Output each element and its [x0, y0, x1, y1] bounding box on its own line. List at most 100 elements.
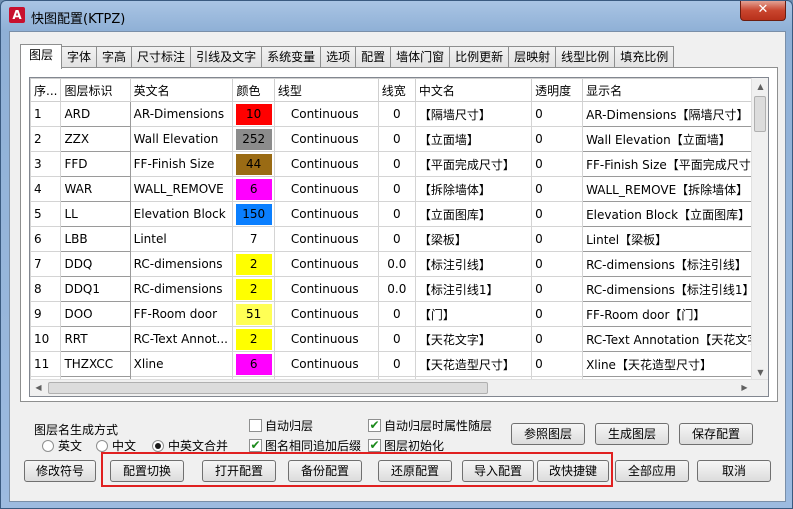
row-number[interactable]: 7: [30, 251, 62, 277]
color-swatch[interactable]: 6: [235, 178, 272, 200]
auto-layer-checkbox-box[interactable]: [249, 419, 262, 432]
layer-id-cell[interactable]: LBB: [60, 226, 131, 252]
header-no[interactable]: 序...: [30, 78, 62, 102]
table-row[interactable]: 7 DDQ RC-dimensions 2 Continuous 0.0 【标注引线】 0 RC…: [30, 251, 768, 277]
english-name-cell[interactable]: FF-Finish Size: [129, 151, 234, 177]
layer-id-cell[interactable]: FFD: [60, 151, 131, 177]
row-number[interactable]: 2: [30, 126, 62, 152]
header-display-name[interactable]: 显示名: [582, 78, 768, 102]
radio-english-dot[interactable]: [42, 439, 54, 452]
chinese-name-cell[interactable]: 【标注引线】: [414, 251, 533, 277]
chinese-name-cell[interactable]: 【梁板】: [414, 226, 533, 252]
transparency-cell[interactable]: 0: [531, 351, 584, 377]
linetype-cell[interactable]: Continuous: [273, 251, 379, 277]
header-chinese-name[interactable]: 中文名: [414, 78, 533, 102]
linetype-cell[interactable]: Continuous: [273, 226, 379, 252]
table-row[interactable]: 8 DDQ1 RC-dimensions 2 Continuous 0.0 【标注引线1】 0…: [30, 276, 768, 302]
layer-id-cell[interactable]: DDQ: [60, 251, 131, 277]
transparency-cell[interactable]: 0: [531, 326, 584, 352]
linetype-cell[interactable]: Continuous: [273, 301, 379, 327]
lineweight-cell[interactable]: 0: [377, 126, 416, 152]
horizontal-scroll-thumb[interactable]: [48, 382, 488, 394]
scroll-left-arrow-icon[interactable]: ◀: [30, 380, 47, 396]
table-row[interactable]: 5 LL Elevation Block 150 Continuous 0 【立面图库】 0 E…: [30, 201, 768, 227]
linetype-cell[interactable]: Continuous: [273, 326, 379, 352]
table-row[interactable]: 4 WAR WALL_REMOVE 6 Continuous 0 【拆除墙体】 0 WALL_R…: [30, 176, 768, 202]
tab-layer-map[interactable]: 层映射: [508, 46, 557, 68]
color-cell[interactable]: 6: [232, 176, 275, 202]
display-name-cell[interactable]: FF-Finish Size【平面完成尺寸】: [582, 151, 768, 177]
display-name-cell[interactable]: WALL_REMOVE【拆除墙体】: [582, 176, 768, 202]
tab-config[interactable]: 配置: [355, 46, 392, 68]
lineweight-cell[interactable]: 0: [377, 301, 416, 327]
layer-id-cell[interactable]: ARD: [60, 101, 131, 127]
color-swatch[interactable]: 150: [235, 203, 272, 225]
english-name-cell[interactable]: Elevation Block: [129, 201, 234, 227]
scroll-up-arrow-icon[interactable]: ▲: [752, 78, 768, 95]
color-swatch[interactable]: 51: [235, 303, 272, 325]
layer-id-cell[interactable]: ZZX: [60, 126, 131, 152]
display-name-cell[interactable]: RC-dimensions【标注引线1】: [582, 276, 768, 302]
display-name-cell[interactable]: Elevation Block【立面图库】: [582, 201, 768, 227]
color-cell[interactable]: 2: [232, 326, 275, 352]
layer-id-cell[interactable]: WAR: [60, 176, 131, 202]
horizontal-scrollbar[interactable]: ◀ ▶: [30, 379, 768, 396]
transparency-cell[interactable]: 0: [531, 251, 584, 277]
row-number[interactable]: 4: [30, 176, 62, 202]
close-button[interactable]: ✕: [740, 1, 786, 21]
lineweight-cell[interactable]: 0.0: [377, 276, 416, 302]
radio-english[interactable]: 英文: [42, 437, 82, 454]
auto-layer-attr-check-icon[interactable]: ✔: [368, 419, 381, 432]
row-number[interactable]: 9: [30, 301, 62, 327]
linetype-cell[interactable]: Continuous: [273, 201, 379, 227]
linetype-cell[interactable]: Continuous: [273, 101, 379, 127]
title-bar[interactable]: A 快图配置(KTPZ) ✕: [1, 1, 792, 31]
table-row[interactable]: 3 FFD FF-Finish Size 44 Continuous 0 【平面完成尺寸】 0…: [30, 151, 768, 177]
header-transparency[interactable]: 透明度: [531, 78, 584, 102]
row-number[interactable]: 8: [30, 276, 62, 302]
lineweight-cell[interactable]: 0: [377, 226, 416, 252]
color-cell[interactable]: 2: [232, 251, 275, 277]
row-number[interactable]: 3: [30, 151, 62, 177]
display-name-cell[interactable]: RC-dimensions【标注引线】: [582, 251, 768, 277]
tab-wall-door[interactable]: 墙体门窗: [390, 46, 451, 68]
cancel-button[interactable]: 取消: [697, 460, 771, 482]
modify-symbol-button[interactable]: 修改符号: [24, 460, 96, 482]
color-cell[interactable]: 44: [232, 151, 275, 177]
tab-scale-update[interactable]: 比例更新: [449, 46, 510, 68]
tab-font[interactable]: 字体: [61, 46, 98, 68]
chinese-name-cell[interactable]: 【门】: [414, 301, 533, 327]
apply-all-button[interactable]: 全部应用: [615, 460, 689, 482]
linetype-cell[interactable]: Continuous: [273, 276, 379, 302]
color-swatch[interactable]: 44: [235, 153, 272, 175]
lineweight-cell[interactable]: 0: [377, 101, 416, 127]
row-number[interactable]: 10: [30, 326, 62, 352]
english-name-cell[interactable]: RC-dimensions: [129, 276, 234, 302]
row-number[interactable]: 11: [30, 351, 62, 377]
color-cell[interactable]: 6: [232, 351, 275, 377]
layer-id-cell[interactable]: DOO: [60, 301, 131, 327]
lineweight-cell[interactable]: 0: [377, 151, 416, 177]
english-name-cell[interactable]: WALL_REMOVE: [129, 176, 234, 202]
table-row[interactable]: 1 ARD AR-Dimensions 10 Continuous 0 【隔墙尺寸】 0 AR-…: [30, 101, 768, 127]
transparency-cell[interactable]: 0: [531, 201, 584, 227]
row-number[interactable]: 5: [30, 201, 62, 227]
chinese-name-cell[interactable]: 【天花文字】: [414, 326, 533, 352]
chinese-name-cell[interactable]: 【天花造型尺寸】: [414, 351, 533, 377]
radio-combined-dot[interactable]: [152, 439, 164, 452]
header-english-name[interactable]: 英文名: [129, 78, 234, 102]
color-cell[interactable]: 51: [232, 301, 275, 327]
chinese-name-cell[interactable]: 【立面墙】: [414, 126, 533, 152]
english-name-cell[interactable]: FF-Room door: [129, 301, 234, 327]
header-layer-id[interactable]: 图层标识: [60, 78, 131, 102]
vertical-scrollbar[interactable]: ▲ ▼: [751, 78, 768, 381]
display-name-cell[interactable]: AR-Dimensions【隔墙尺寸】: [582, 101, 768, 127]
color-cell[interactable]: 10: [232, 101, 275, 127]
color-cell[interactable]: 2: [232, 276, 275, 302]
lineweight-cell[interactable]: 0: [377, 201, 416, 227]
transparency-cell[interactable]: 0: [531, 176, 584, 202]
tab-leader-text[interactable]: 引线及文字: [190, 46, 263, 68]
chinese-name-cell[interactable]: 【标注引线1】: [414, 276, 533, 302]
display-name-cell[interactable]: Wall Elevation【立面墙】: [582, 126, 768, 152]
header-lineweight[interactable]: 线宽: [377, 78, 416, 102]
